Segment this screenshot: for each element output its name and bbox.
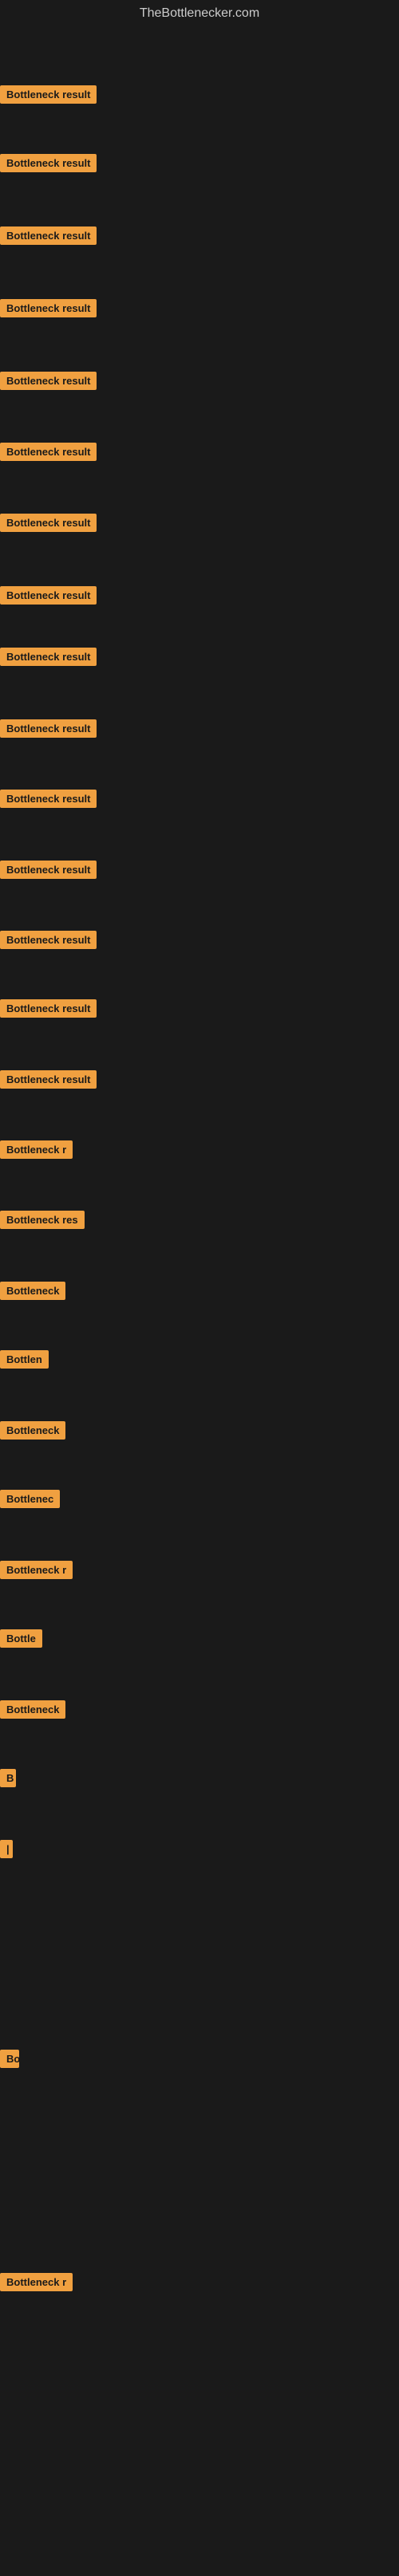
bottleneck-badge: Bo xyxy=(0,2050,19,2068)
bottleneck-item[interactable]: Bottleneck res xyxy=(0,1211,85,1233)
bottleneck-item[interactable]: Bottleneck xyxy=(0,1421,65,1444)
bottleneck-item[interactable]: Bottleneck result xyxy=(0,514,97,536)
bottleneck-badge: Bottleneck result xyxy=(0,85,97,104)
bottleneck-item[interactable]: Bottleneck xyxy=(0,1282,65,1304)
bottleneck-badge: Bottleneck result xyxy=(0,586,97,605)
bottleneck-item[interactable]: Bottleneck result xyxy=(0,999,97,1022)
bottleneck-badge: Bottleneck result xyxy=(0,648,97,666)
bottleneck-badge: Bottle xyxy=(0,1629,42,1648)
bottleneck-badge: Bottleneck result xyxy=(0,719,97,738)
bottleneck-item[interactable]: Bottleneck r xyxy=(0,1140,73,1163)
bottleneck-badge: Bottleneck result xyxy=(0,299,97,317)
bottleneck-badge: B xyxy=(0,1769,16,1787)
bottleneck-item[interactable]: B xyxy=(0,1769,16,1791)
bottleneck-item[interactable]: Bottleneck result xyxy=(0,299,97,321)
bottleneck-item[interactable]: Bottlenec xyxy=(0,1490,60,1512)
bottleneck-badge: Bottleneck xyxy=(0,1700,65,1719)
bottleneck-badge: Bottleneck result xyxy=(0,154,97,172)
bottleneck-badge: Bottleneck xyxy=(0,1421,65,1440)
bottleneck-badge: Bottleneck r xyxy=(0,2273,73,2291)
bottleneck-item[interactable]: Bottleneck result xyxy=(0,443,97,465)
bottleneck-badge: Bottleneck result xyxy=(0,372,97,390)
bottleneck-badge: Bottleneck result xyxy=(0,861,97,879)
bottleneck-badge: Bottleneck result xyxy=(0,790,97,808)
bottleneck-item[interactable]: Bottleneck r xyxy=(0,1561,73,1583)
bottleneck-item[interactable]: | xyxy=(0,1840,13,1862)
bottleneck-badge: Bottlen xyxy=(0,1350,49,1369)
bottleneck-badge: Bottleneck result xyxy=(0,226,97,245)
bottleneck-item[interactable]: Bottlen xyxy=(0,1350,49,1373)
bottleneck-badge: Bottleneck result xyxy=(0,931,97,949)
bottleneck-badge: Bottleneck result xyxy=(0,999,97,1018)
bottleneck-item[interactable]: Bottleneck result xyxy=(0,1070,97,1093)
bottleneck-item[interactable]: Bottleneck result xyxy=(0,226,97,249)
bottleneck-badge: | xyxy=(0,1840,13,1858)
bottleneck-item[interactable]: Bottleneck result xyxy=(0,372,97,394)
bottleneck-badge: Bottleneck result xyxy=(0,1070,97,1089)
bottleneck-item[interactable]: Bottleneck result xyxy=(0,790,97,812)
bottleneck-item[interactable]: Bo xyxy=(0,2050,19,2072)
bottleneck-item[interactable]: Bottleneck result xyxy=(0,648,97,670)
bottleneck-badge: Bottleneck r xyxy=(0,1561,73,1579)
bottleneck-item[interactable]: Bottleneck result xyxy=(0,931,97,953)
bottleneck-item[interactable]: Bottle xyxy=(0,1629,42,1652)
bottleneck-badge: Bottleneck r xyxy=(0,1140,73,1159)
bottleneck-badge: Bottleneck res xyxy=(0,1211,85,1229)
bottleneck-item[interactable]: Bottleneck r xyxy=(0,2273,73,2295)
bottleneck-badge: Bottlenec xyxy=(0,1490,60,1508)
bottleneck-badge: Bottleneck xyxy=(0,1282,65,1300)
bottleneck-item[interactable]: Bottleneck result xyxy=(0,719,97,742)
bottleneck-badge: Bottleneck result xyxy=(0,514,97,532)
bottleneck-item[interactable]: Bottleneck result xyxy=(0,861,97,883)
bottleneck-item[interactable]: Bottleneck result xyxy=(0,85,97,108)
site-title: TheBottlenecker.com xyxy=(0,0,399,24)
bottleneck-item[interactable]: Bottleneck result xyxy=(0,586,97,609)
bottleneck-badge: Bottleneck result xyxy=(0,443,97,461)
bottleneck-item[interactable]: Bottleneck result xyxy=(0,154,97,176)
bottleneck-item[interactable]: Bottleneck xyxy=(0,1700,65,1723)
